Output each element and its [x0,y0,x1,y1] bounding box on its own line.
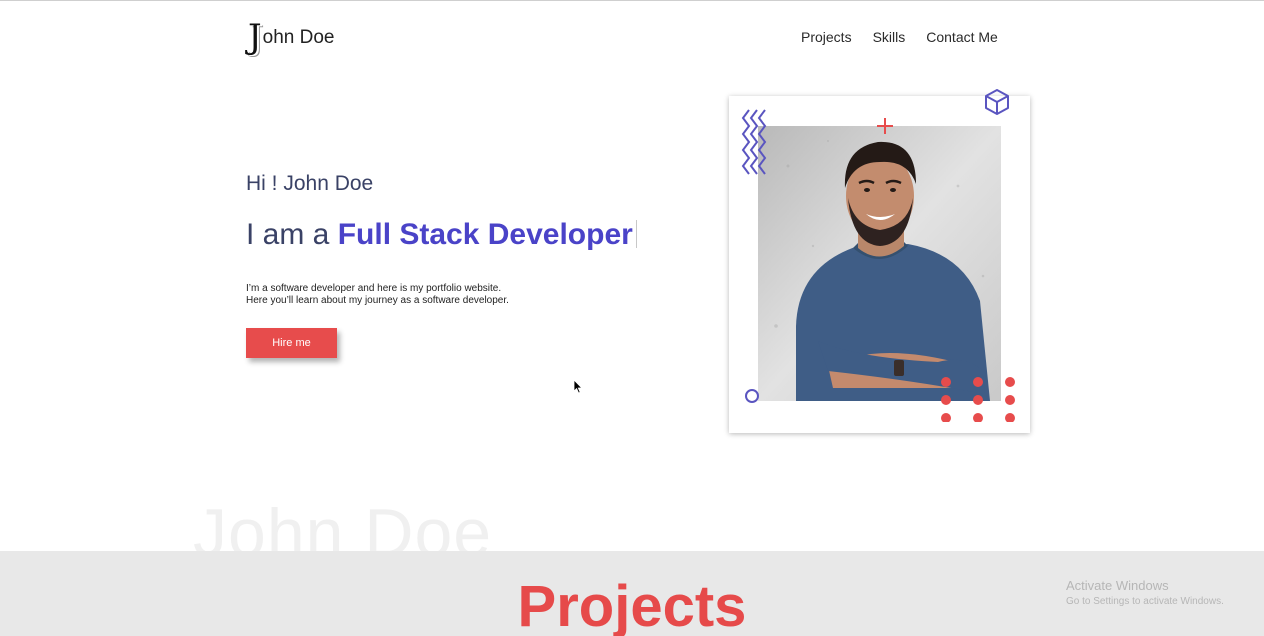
hero-description: I’m a software developer and here is my … [246,283,509,307]
logo-mark: J [248,17,262,57]
hero-greeting: Hi ! John Doe [246,172,374,195]
profile-photo-card [729,89,1030,433]
logo[interactable]: J ohn Doe [248,20,334,54]
nav-skills-link[interactable]: Skills [873,29,906,45]
hero-headline: I am a Full Stack Developer [246,218,637,252]
top-border [0,0,1264,1]
dot-grid-decoration-icon [941,377,1015,422]
zigzag-decoration-icon [741,109,767,175]
description-line: Here you’ll learn about my journey as a … [246,295,509,306]
ring-decoration-icon [745,389,759,403]
activate-windows-title: Activate Windows [1066,578,1169,593]
headline-role: Full Stack Developer [337,218,633,251]
nav-projects-link[interactable]: Projects [801,29,852,45]
activate-windows-hint: Go to Settings to activate Windows. [1066,596,1224,607]
description-line: I’m a software developer and here is my … [246,283,502,294]
cube-icon [985,89,1009,115]
headline-prefix: I am a [246,218,338,251]
mouse-cursor-icon [573,379,583,394]
main-nav: Projects Skills Contact Me [801,29,998,45]
plus-decoration-icon [877,118,893,134]
profile-photo [758,126,1001,401]
hire-me-button[interactable]: Hire me [246,328,337,358]
logo-name: ohn Doe [262,27,335,48]
activate-windows-overlay: Activate Windows Go to Settings to activ… [1066,578,1224,607]
typing-caret [635,220,637,248]
projects-section: Projects Activate Windows Go to Settings… [0,551,1264,636]
nav-contact-link[interactable]: Contact Me [926,29,998,45]
